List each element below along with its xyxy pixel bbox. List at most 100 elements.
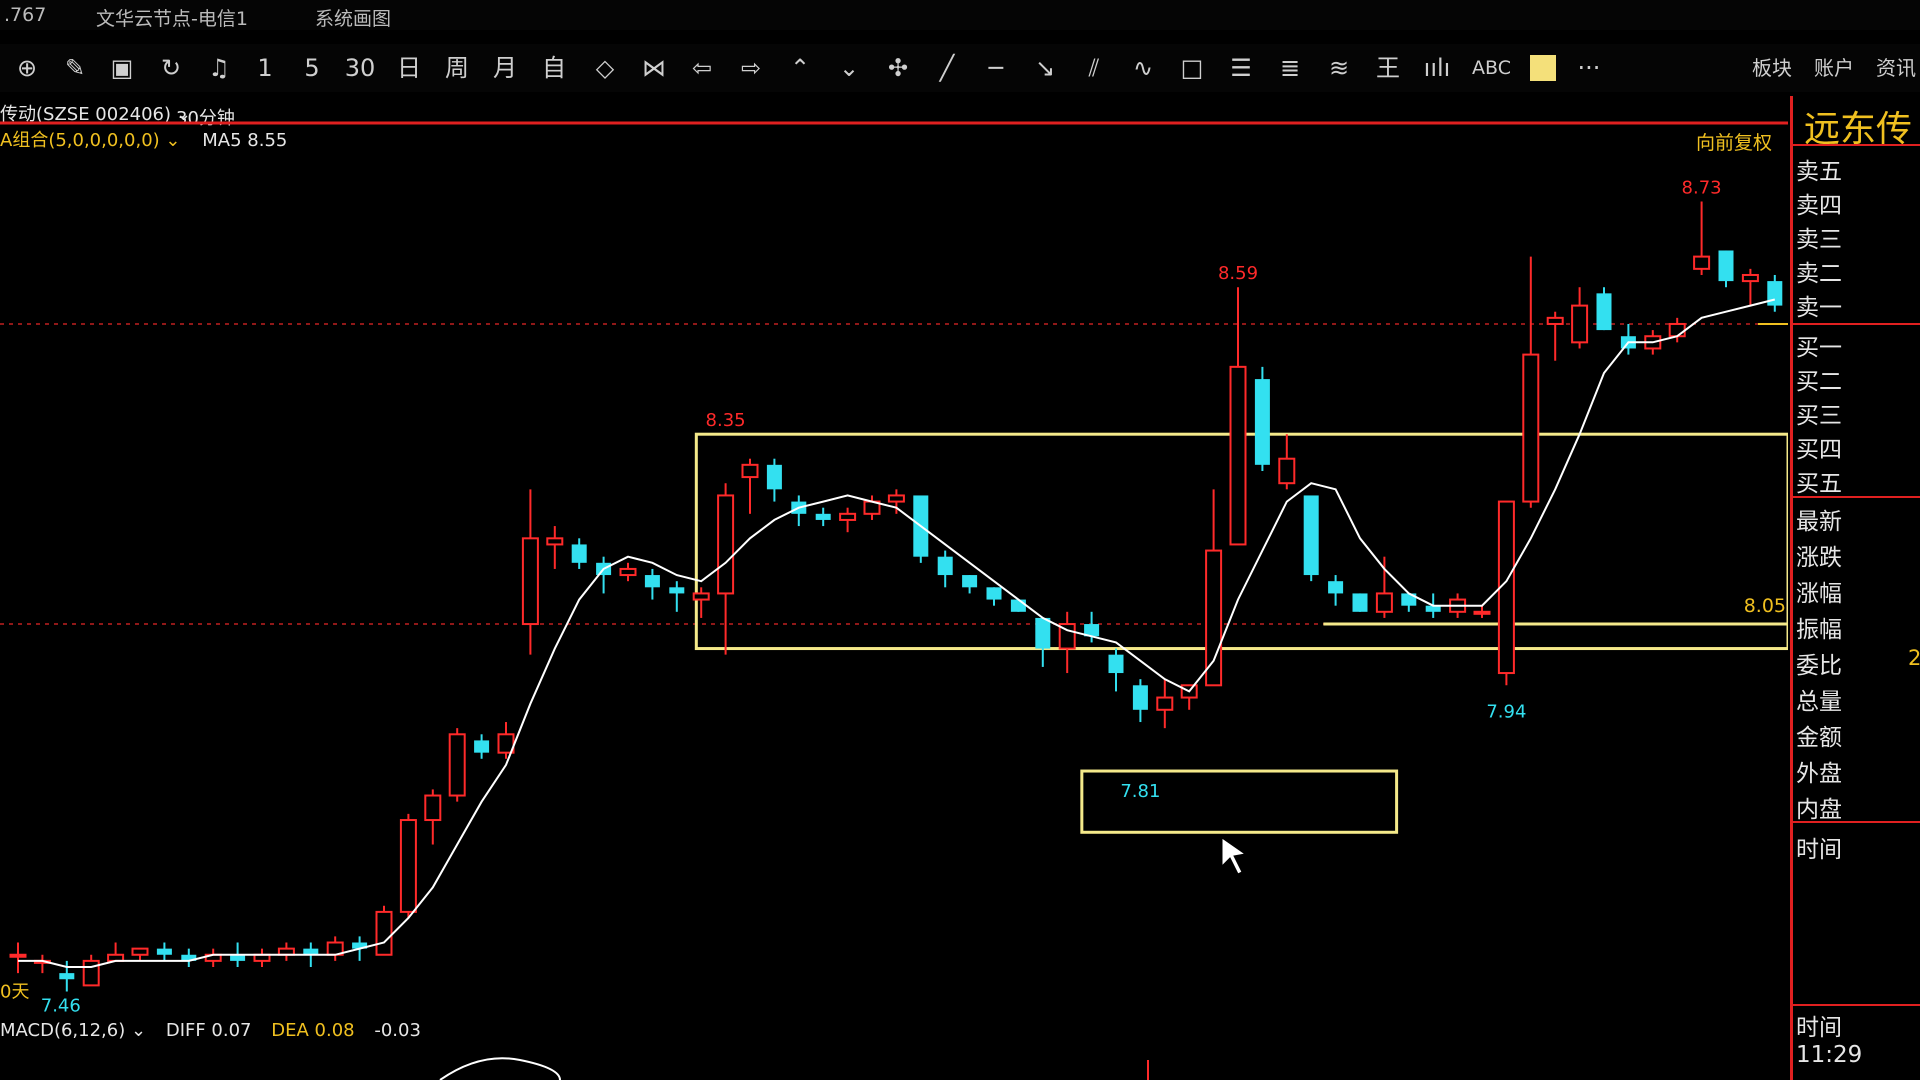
candle-body-up (619, 567, 637, 577)
rect-tool-icon[interactable]: □ (1173, 50, 1211, 86)
candle-body-down (669, 587, 685, 594)
candle-tool-icon[interactable]: ⊕ (8, 50, 46, 86)
candle-body-up (131, 947, 149, 956)
macd-diff: DIFF 0.07 (165, 1020, 252, 1041)
candle-body-up (375, 910, 393, 956)
candle-body-up (448, 733, 466, 797)
candle-body-down (1132, 685, 1148, 710)
macd-label: MACD(6,12,6) (0, 1020, 126, 1041)
arrow-right-icon[interactable]: ⇨ (732, 50, 770, 86)
fib-tool-icon[interactable]: ☰ (1222, 50, 1260, 86)
candle-body-up (1546, 316, 1564, 325)
mouse-cursor-icon (1221, 837, 1247, 875)
candlestick-chart[interactable]: 8.35 8.59 8.73 7.81 7.94 7.46 0天 8.05 (0, 96, 1788, 1021)
macd-dea: DEA 0.08 (271, 1020, 355, 1041)
candle-body-down (986, 587, 1002, 600)
quote-label: 买三 (1796, 403, 1842, 429)
chevron-down-icon: ⌄ (131, 1020, 147, 1041)
candle-body-down (1254, 379, 1270, 465)
quote-label: 委比 (1796, 653, 1842, 679)
nav-news[interactable]: 资讯 (1876, 52, 1916, 81)
weibi-partial-value: 2 (1908, 646, 1920, 670)
candle-body-up (82, 959, 100, 987)
zoom-in-icon[interactable]: ◇ (586, 50, 624, 86)
nav-account[interactable]: 账户 (1814, 52, 1854, 81)
period-day[interactable]: 日 (390, 50, 428, 86)
candle-body-up (1205, 549, 1223, 687)
gann-tool-icon[interactable]: 王 (1369, 50, 1407, 86)
price-dashed-lines (0, 323, 1788, 625)
candle-body-up (9, 953, 27, 958)
price-annotation: 7.81 (1120, 781, 1160, 802)
draw-menu[interactable]: 系统画图 (315, 4, 391, 31)
arrow-up-icon[interactable]: ⌃ (781, 50, 819, 86)
quote-label: 金额 (1796, 725, 1842, 751)
candle-body-up (1571, 304, 1589, 344)
right-axis-label: 8.05 (1744, 595, 1786, 617)
wave-tool-icon[interactable]: ∿ (1124, 50, 1162, 86)
candle-body-up (399, 819, 417, 913)
arrow-down-icon[interactable]: ⌄ (830, 50, 868, 86)
crosshair-icon[interactable]: ✣ (879, 50, 917, 86)
arrow-left-icon[interactable]: ⇦ (683, 50, 721, 86)
period-5min[interactable]: 5 (293, 50, 331, 86)
nav-sector[interactable]: 板块 (1752, 52, 1792, 81)
candle-body-up (1156, 696, 1174, 711)
period-month[interactable]: 月 (486, 50, 524, 86)
quote-panel: 远东传 卖五 卖四 卖三 卖二 卖一 买一 买二 买三 买四 买五 最新 涨跌 涨幅 振幅 委比 总量 金额 外盘… (1790, 96, 1920, 1080)
parallel-tool-icon[interactable]: ⫽ (1075, 50, 1113, 86)
candle-body-down (644, 575, 660, 588)
draw-tool-icon[interactable]: ✎ (56, 50, 94, 86)
zoom-out-icon[interactable]: ⋈ (635, 50, 673, 86)
more-icon[interactable]: ··· (1570, 50, 1608, 86)
quote-label: 卖三 (1796, 227, 1842, 253)
candle-body-down (1767, 281, 1783, 306)
time-value: 11:29 (1796, 1042, 1863, 1068)
candle-body-down (1108, 654, 1124, 674)
candle-body-down (815, 513, 831, 520)
quote-label: 卖五 (1796, 159, 1842, 185)
period-week[interactable]: 周 (438, 50, 476, 86)
price-annotation: 7.46 (41, 995, 81, 1016)
volume-tool-icon[interactable]: ıılı (1418, 50, 1456, 86)
candle-body-down (766, 464, 782, 490)
channel-tool-icon[interactable]: ≣ (1271, 50, 1309, 86)
macd-pane (439, 1057, 1149, 1080)
candle-body-up (1473, 610, 1491, 615)
sync-tool-icon[interactable]: ↻ (152, 50, 190, 86)
macd-value: -0.03 (374, 1020, 421, 1041)
color-swatch[interactable] (1524, 50, 1562, 86)
line-tool-icon[interactable]: ╱ (928, 50, 966, 86)
candle-body-up (1522, 353, 1540, 503)
candle-body-down (156, 948, 172, 955)
time-label-2: 时间 (1796, 1015, 1842, 1041)
left-edge-label: 0天 (0, 982, 29, 1003)
title-left-number: .767 (4, 4, 47, 26)
quote-label: 外盘 (1796, 761, 1842, 787)
candle-body-down (474, 740, 490, 753)
macd-select[interactable]: MACD(6,12,6) ⌄ (0, 1020, 146, 1041)
period-30min[interactable]: 30 (341, 50, 379, 86)
candle-body-up (692, 592, 710, 601)
ray-tool-icon[interactable]: ↘ (1026, 50, 1064, 86)
quote-label: 买五 (1796, 471, 1842, 497)
hline-tool-icon[interactable]: ─ (977, 50, 1015, 86)
period-1min[interactable]: 1 (246, 50, 284, 86)
candle-body-up (521, 537, 539, 626)
title-bar: .767 文华云节点-电信1 系统画图 (0, 0, 1920, 30)
fan-tool-icon[interactable]: ≋ (1320, 50, 1358, 86)
candles-group (9, 201, 1783, 992)
quote-label: 卖一 (1796, 295, 1842, 321)
candle-body-up (1278, 457, 1296, 485)
text-tool[interactable]: ABC (1472, 50, 1511, 86)
candle-body-down (1328, 581, 1344, 594)
quote-label: 卖四 (1796, 193, 1842, 219)
candle-body-down (1718, 250, 1734, 282)
period-custom[interactable]: 自 (535, 50, 573, 86)
candle-body-down (962, 575, 978, 588)
price-annotation: 7.94 (1486, 701, 1526, 722)
order-tool-icon[interactable]: ▣ (103, 50, 141, 86)
candle-body-up (887, 494, 905, 503)
candle-body-up (1375, 592, 1393, 613)
alert-bell-icon[interactable]: ♫ (200, 50, 238, 86)
